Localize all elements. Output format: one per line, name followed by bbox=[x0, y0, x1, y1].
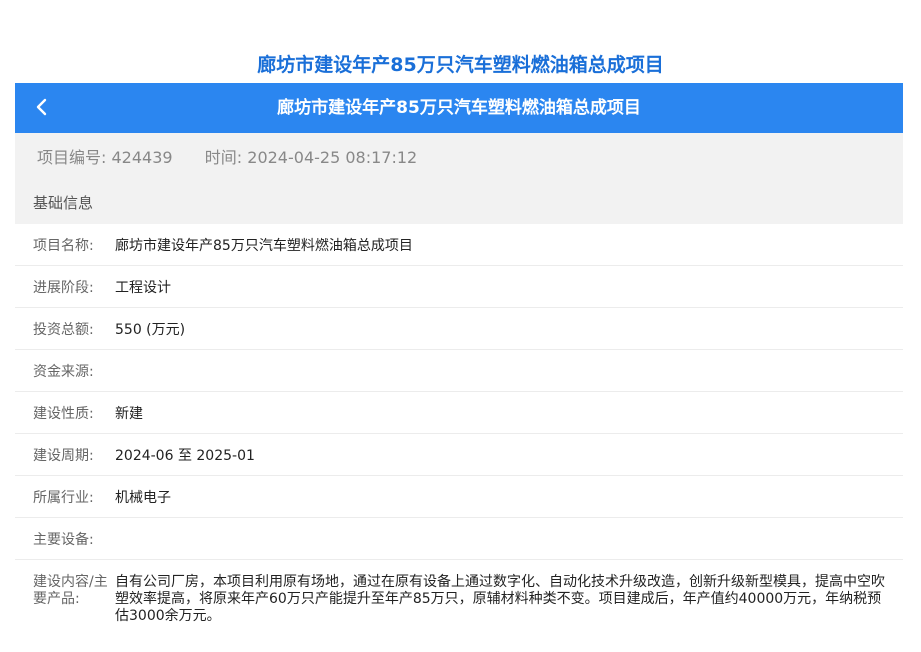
time-value: 2024-04-25 08:17:12 bbox=[247, 148, 418, 167]
project-meta: 项目编号: 424439 时间: 2024-04-25 08:17:12 bbox=[15, 133, 903, 183]
field-label: 建设周期: bbox=[33, 447, 94, 464]
field-value: 自有公司厂房，本项目利用原有场地，通过在原有设备上通过数字化、自动化技术升级改造… bbox=[115, 574, 885, 624]
page-heading: 廊坊市建设年产85万只汽车塑料燃油箱总成项目 bbox=[257, 54, 664, 76]
field-label: 所属行业: bbox=[33, 489, 94, 506]
field-label: 建设性质: bbox=[33, 405, 94, 422]
field-row-industry: 所属行业: 机械电子 bbox=[15, 476, 903, 518]
field-value: 550 (万元) bbox=[115, 321, 186, 338]
field-value: 新建 bbox=[115, 405, 143, 422]
field-row-construction-period: 建设周期: 2024-06 至 2025-01 bbox=[15, 434, 903, 476]
field-row-construction-nature: 建设性质: 新建 bbox=[15, 392, 903, 434]
field-value: 2024-06 至 2025-01 bbox=[115, 447, 255, 464]
field-label: 投资总额: bbox=[33, 321, 94, 338]
back-button[interactable] bbox=[29, 94, 55, 120]
app-container: 廊坊市建设年产85万只汽车塑料燃油箱总成项目 项目编号: 424439 时间: … bbox=[15, 83, 903, 625]
field-row-funding-source: 资金来源: bbox=[15, 350, 903, 392]
field-label: 项目名称: bbox=[33, 237, 94, 254]
field-value: 机械电子 bbox=[115, 489, 171, 506]
project-id-value: 424439 bbox=[111, 148, 173, 167]
time-label: 时间: bbox=[204, 148, 243, 167]
field-row-total-investment: 投资总额: 550 (万元) bbox=[15, 308, 903, 350]
field-row-main-equipment: 主要设备: bbox=[15, 518, 903, 560]
field-label: 主要设备: bbox=[33, 531, 94, 548]
field-row-project-name: 项目名称: 廊坊市建设年产85万只汽车塑料燃油箱总成项目 bbox=[15, 224, 903, 266]
field-value: 工程设计 bbox=[115, 279, 171, 296]
navbar-title: 廊坊市建设年产85万只汽车塑料燃油箱总成项目 bbox=[277, 98, 641, 118]
field-value: 廊坊市建设年产85万只汽车塑料燃油箱总成项目 bbox=[115, 237, 413, 254]
field-label: 资金来源: bbox=[33, 363, 94, 380]
project-id-label: 项目编号: bbox=[37, 148, 107, 167]
field-row-construction-content: 建设内容/主要产品: 自有公司厂房，本项目利用原有场地，通过在原有设备上通过数字… bbox=[15, 560, 903, 625]
field-label: 建设内容/主要产品: bbox=[33, 574, 108, 607]
field-label: 进展阶段: bbox=[33, 279, 94, 296]
navbar: 廊坊市建设年产85万只汽车塑料燃油箱总成项目 bbox=[15, 83, 903, 133]
section-title-basic-info: 基础信息 bbox=[15, 183, 903, 224]
field-row-progress-stage: 进展阶段: 工程设计 bbox=[15, 266, 903, 308]
chevron-left-icon bbox=[36, 98, 47, 116]
